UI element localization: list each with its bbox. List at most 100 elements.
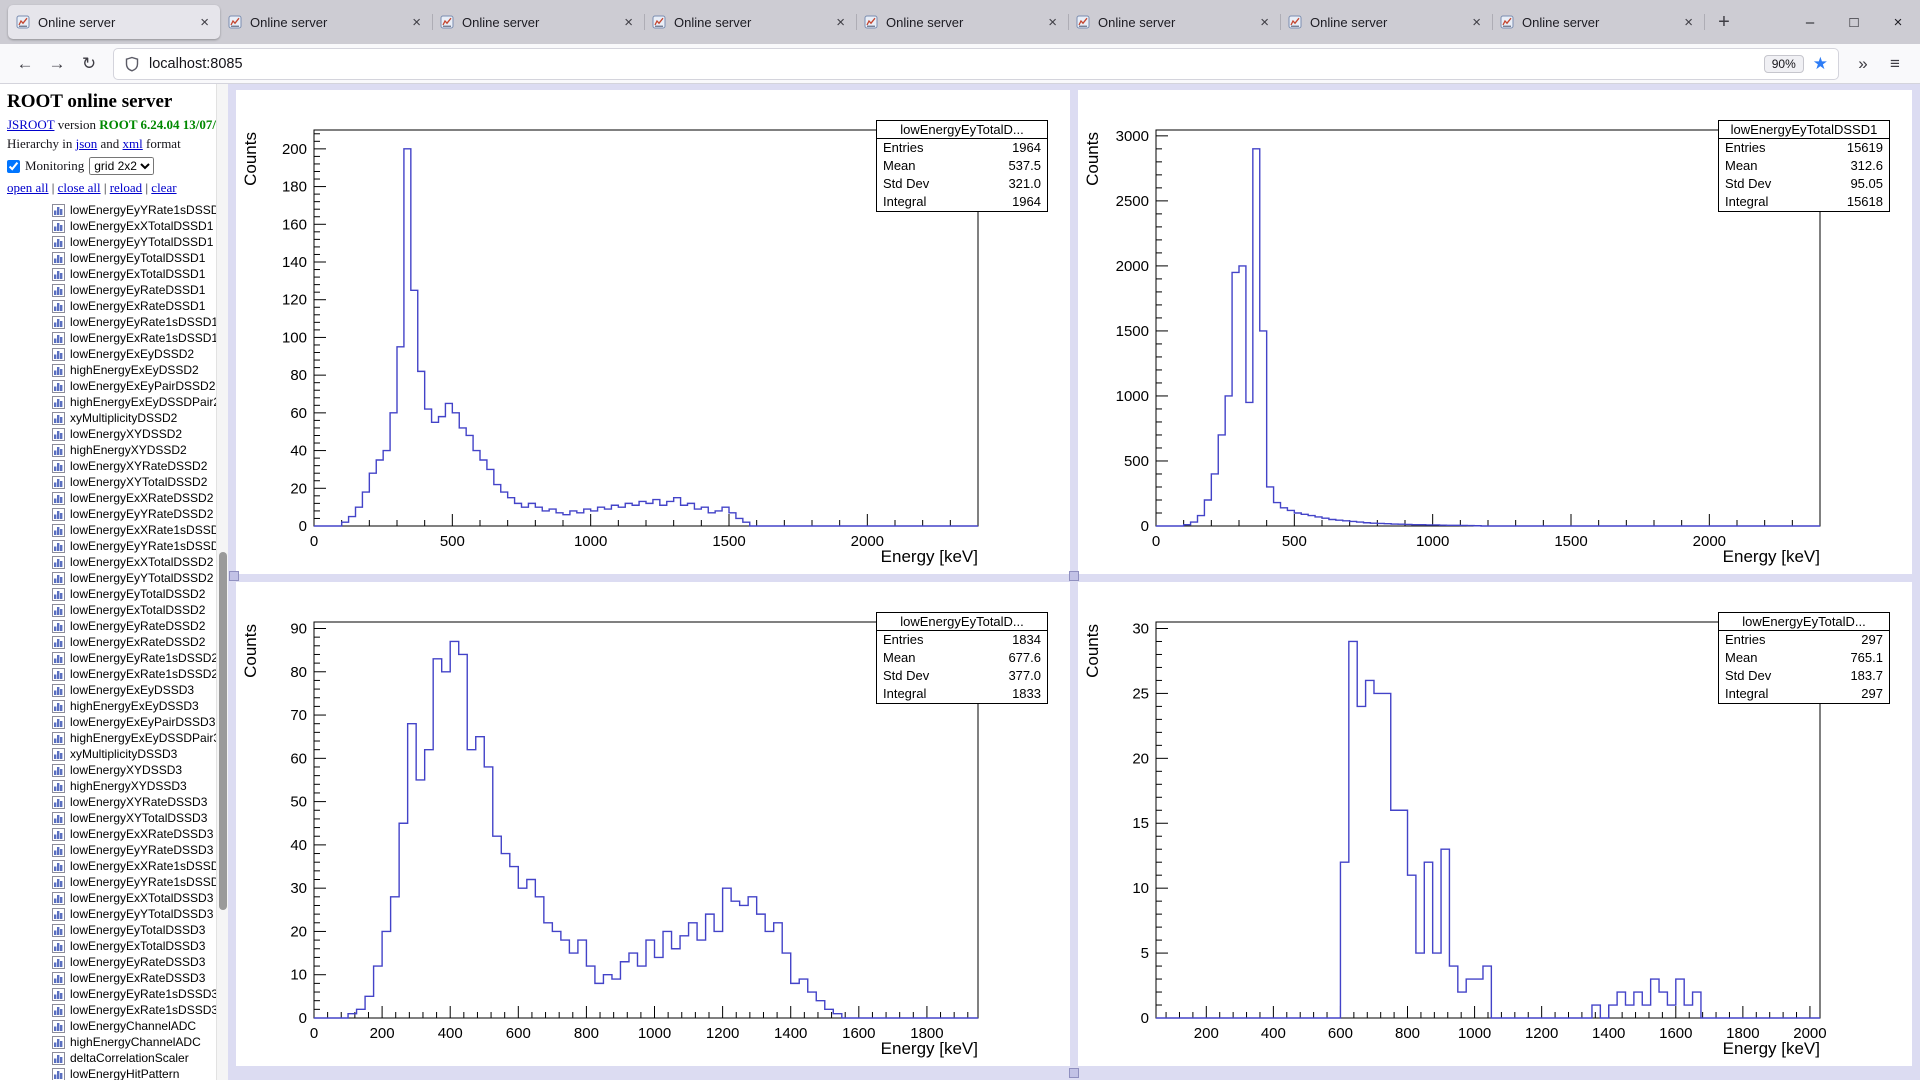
grid-splitter-handle[interactable] <box>229 571 239 581</box>
sidebar-scrollbar[interactable] <box>216 84 228 1080</box>
tree-item-lowEnergyHitPattern[interactable]: lowEnergyHitPattern <box>52 1066 228 1080</box>
tree-item-lowEnergyExTotalDSSD1[interactable]: lowEnergyExTotalDSSD1 <box>52 266 228 282</box>
tree-item-xyMultiplicityDSSD3[interactable]: xyMultiplicityDSSD3 <box>52 746 228 762</box>
tab-close-icon[interactable]: × <box>1469 14 1484 31</box>
maximize-button[interactable]: □ <box>1832 0 1876 44</box>
tree-item-lowEnergyEyRate1sDSSD3[interactable]: lowEnergyEyRate1sDSSD3 <box>52 986 228 1002</box>
tree-item-lowEnergyExEyPairDSSD2[interactable]: lowEnergyExEyPairDSSD2 <box>52 378 228 394</box>
tree-item-deltaCorrelationScaler[interactable]: deltaCorrelationScaler <box>52 1050 228 1066</box>
tree-item-highEnergyXYDSSD2[interactable]: highEnergyXYDSSD2 <box>52 442 228 458</box>
tree-item-lowEnergyExXTotalDSSD1[interactable]: lowEnergyExXTotalDSSD1 <box>52 218 228 234</box>
tree-item-highEnergyExEyDSSD2[interactable]: highEnergyExEyDSSD2 <box>52 362 228 378</box>
tree-item-highEnergyExEyDSSDPair3[interactable]: highEnergyExEyDSSDPair3 <box>52 730 228 746</box>
tree-item-lowEnergyEyRateDSSD2[interactable]: lowEnergyEyRateDSSD2 <box>52 618 228 634</box>
tab-close-icon[interactable]: × <box>197 14 212 31</box>
tree-item-lowEnergyExEyDSSD2[interactable]: lowEnergyExEyDSSD2 <box>52 346 228 362</box>
open-all-link[interactable]: open all <box>7 180 49 195</box>
tree-item-lowEnergyExXRate1sDSSD3[interactable]: lowEnergyExXRate1sDSSD3 <box>52 858 228 874</box>
tree-item-lowEnergyEyYRateDSSD2[interactable]: lowEnergyEyYRateDSSD2 <box>52 506 228 522</box>
new-tab-button[interactable]: + <box>1708 6 1740 38</box>
tree-item-lowEnergyEyRateDSSD3[interactable]: lowEnergyEyRateDSSD3 <box>52 954 228 970</box>
browser-tab-8[interactable]: Online server× <box>1492 5 1704 39</box>
tree-item-lowEnergyChannelADC[interactable]: lowEnergyChannelADC <box>52 1018 228 1034</box>
browser-tab-6[interactable]: Online server× <box>1068 5 1280 39</box>
tree-item-lowEnergyExXTotalDSSD2[interactable]: lowEnergyExXTotalDSSD2 <box>52 554 228 570</box>
tree-item-lowEnergyXYRateDSSD2[interactable]: lowEnergyXYRateDSSD2 <box>52 458 228 474</box>
reload-button[interactable]: ↻ <box>74 49 104 79</box>
zoom-level-button[interactable]: 90% <box>1764 55 1804 73</box>
tree-item-lowEnergyExXRateDSSD2[interactable]: lowEnergyExXRateDSSD2 <box>52 490 228 506</box>
monitoring-checkbox[interactable] <box>7 160 20 173</box>
browser-tab-7[interactable]: Online server× <box>1280 5 1492 39</box>
plot-pad-top-right[interactable]: 0500100015002000050010001500200025003000… <box>1078 90 1912 574</box>
forward-button[interactable]: → <box>42 49 72 79</box>
tree-item-highEnergyChannelADC[interactable]: highEnergyChannelADC <box>52 1034 228 1050</box>
plot-pad-bottom-left[interactable]: 0200400600800100012001400160018000102030… <box>236 582 1070 1066</box>
tree-item-lowEnergyEyYRate1sDSSD2[interactable]: lowEnergyEyYRate1sDSSD2 <box>52 538 228 554</box>
tree-item-lowEnergyExRate1sDSSD2[interactable]: lowEnergyExRate1sDSSD2 <box>52 666 228 682</box>
tree-item-lowEnergyExXRateDSSD3[interactable]: lowEnergyExXRateDSSD3 <box>52 826 228 842</box>
close-all-link[interactable]: close all <box>58 180 101 195</box>
stats-box[interactable]: lowEnergyEyTotalD... Entries1834 Mean677… <box>876 612 1048 704</box>
tree-item-lowEnergyExEyDSSD3[interactable]: lowEnergyExEyDSSD3 <box>52 682 228 698</box>
tree-item-xyMultiplicityDSSD2[interactable]: xyMultiplicityDSSD2 <box>52 410 228 426</box>
tree-item-lowEnergyXYTotalDSSD3[interactable]: lowEnergyXYTotalDSSD3 <box>52 810 228 826</box>
tree-item-lowEnergyEyYRate1sDSSD3[interactable]: lowEnergyEyYRate1sDSSD3 <box>52 874 228 890</box>
overflow-chevron-button[interactable]: » <box>1848 49 1878 79</box>
tree-item-highEnergyExEyDSSDPair2[interactable]: highEnergyExEyDSSDPair2 <box>52 394 228 410</box>
tree-item-lowEnergyEyTotalDSSD3[interactable]: lowEnergyEyTotalDSSD3 <box>52 922 228 938</box>
tree-item-lowEnergyExRateDSSD3[interactable]: lowEnergyExRateDSSD3 <box>52 970 228 986</box>
tree-item-lowEnergyEyRate1sDSSD2[interactable]: lowEnergyEyRate1sDSSD2 <box>52 650 228 666</box>
tab-close-icon[interactable]: × <box>1257 14 1272 31</box>
menu-hamburger-button[interactable]: ≡ <box>1880 49 1910 79</box>
plot-pad-top-left[interactable]: 0500100015002000020406080100120140160180… <box>236 90 1070 574</box>
grid-splitter-handle[interactable] <box>1069 571 1079 581</box>
tree-item-lowEnergyExRateDSSD2[interactable]: lowEnergyExRateDSSD2 <box>52 634 228 650</box>
url-bar[interactable]: localhost:8085 90% ★ <box>114 49 1838 79</box>
minimize-button[interactable]: – <box>1788 0 1832 44</box>
clear-link[interactable]: clear <box>151 180 176 195</box>
tree-item-lowEnergyExRate1sDSSD3[interactable]: lowEnergyExRate1sDSSD3 <box>52 1002 228 1018</box>
stats-box[interactable]: lowEnergyEyTotalD... Entries1964 Mean537… <box>876 120 1048 212</box>
browser-tab-5[interactable]: Online server× <box>856 5 1068 39</box>
scrollbar-thumb[interactable] <box>219 552 227 910</box>
browser-tab-4[interactable]: Online server× <box>644 5 856 39</box>
tree-item-lowEnergyExTotalDSSD2[interactable]: lowEnergyExTotalDSSD2 <box>52 602 228 618</box>
tree-item-lowEnergyExEyPairDSSD3[interactable]: lowEnergyExEyPairDSSD3 <box>52 714 228 730</box>
tree-item-lowEnergyXYRateDSSD3[interactable]: lowEnergyXYRateDSSD3 <box>52 794 228 810</box>
stats-box[interactable]: lowEnergyEyTotalDSSD1 Entries15619 Mean3… <box>1718 120 1890 212</box>
tree-item-highEnergyExEyDSSD3[interactable]: highEnergyExEyDSSD3 <box>52 698 228 714</box>
tab-close-icon[interactable]: × <box>621 14 636 31</box>
reload-link[interactable]: reload <box>110 180 142 195</box>
tree-item-lowEnergyEyYTotalDSSD2[interactable]: lowEnergyEyYTotalDSSD2 <box>52 570 228 586</box>
tree-item-lowEnergyExRate1sDSSD1[interactable]: lowEnergyExRate1sDSSD1 <box>52 330 228 346</box>
tree-item-lowEnergyEyYRateDSSD3[interactable]: lowEnergyEyYRateDSSD3 <box>52 842 228 858</box>
tree-item-lowEnergyEyYTotalDSSD3[interactable]: lowEnergyEyYTotalDSSD3 <box>52 906 228 922</box>
tree-item-highEnergyXYDSSD3[interactable]: highEnergyXYDSSD3 <box>52 778 228 794</box>
tree-item-lowEnergyEyTotalDSSD1[interactable]: lowEnergyEyTotalDSSD1 <box>52 250 228 266</box>
tree-item-lowEnergyEyYTotalDSSD1[interactable]: lowEnergyEyYTotalDSSD1 <box>52 234 228 250</box>
tree-item-lowEnergyExXRate1sDSSD2[interactable]: lowEnergyExXRate1sDSSD2 <box>52 522 228 538</box>
browser-tab-1[interactable]: Online server× <box>8 5 220 39</box>
tree-item-lowEnergyXYTotalDSSD2[interactable]: lowEnergyXYTotalDSSD2 <box>52 474 228 490</box>
tab-close-icon[interactable]: × <box>833 14 848 31</box>
url-text[interactable]: localhost:8085 <box>149 56 1764 72</box>
grid-splitter-handle[interactable] <box>1069 1068 1079 1078</box>
tab-close-icon[interactable]: × <box>1045 14 1060 31</box>
close-window-button[interactable]: × <box>1876 0 1920 44</box>
tree-item-lowEnergyEyYRate1sDSSD1[interactable]: lowEnergyEyYRate1sDSSD1 <box>52 202 228 218</box>
tree-item-lowEnergyEyRate1sDSSD1[interactable]: lowEnergyEyRate1sDSSD1 <box>52 314 228 330</box>
bookmark-star-icon[interactable]: ★ <box>1813 55 1828 72</box>
stats-box[interactable]: lowEnergyEyTotalD... Entries297 Mean765.… <box>1718 612 1890 704</box>
xml-link[interactable]: xml <box>123 136 143 151</box>
tree-item-lowEnergyEyRateDSSD1[interactable]: lowEnergyEyRateDSSD1 <box>52 282 228 298</box>
browser-tab-2[interactable]: Online server× <box>220 5 432 39</box>
tree-item-lowEnergyExRateDSSD1[interactable]: lowEnergyExRateDSSD1 <box>52 298 228 314</box>
tree-item-lowEnergyExXTotalDSSD3[interactable]: lowEnergyExXTotalDSSD3 <box>52 890 228 906</box>
plot-pad-bottom-right[interactable]: 2004006008001000120014001600180020000510… <box>1078 582 1912 1066</box>
jsroot-link[interactable]: JSROOT <box>7 117 54 132</box>
tab-close-icon[interactable]: × <box>1681 14 1696 31</box>
tree-item-lowEnergyXYDSSD2[interactable]: lowEnergyXYDSSD2 <box>52 426 228 442</box>
json-link[interactable]: json <box>76 136 98 151</box>
layout-select[interactable]: grid 2x2 <box>89 157 154 175</box>
